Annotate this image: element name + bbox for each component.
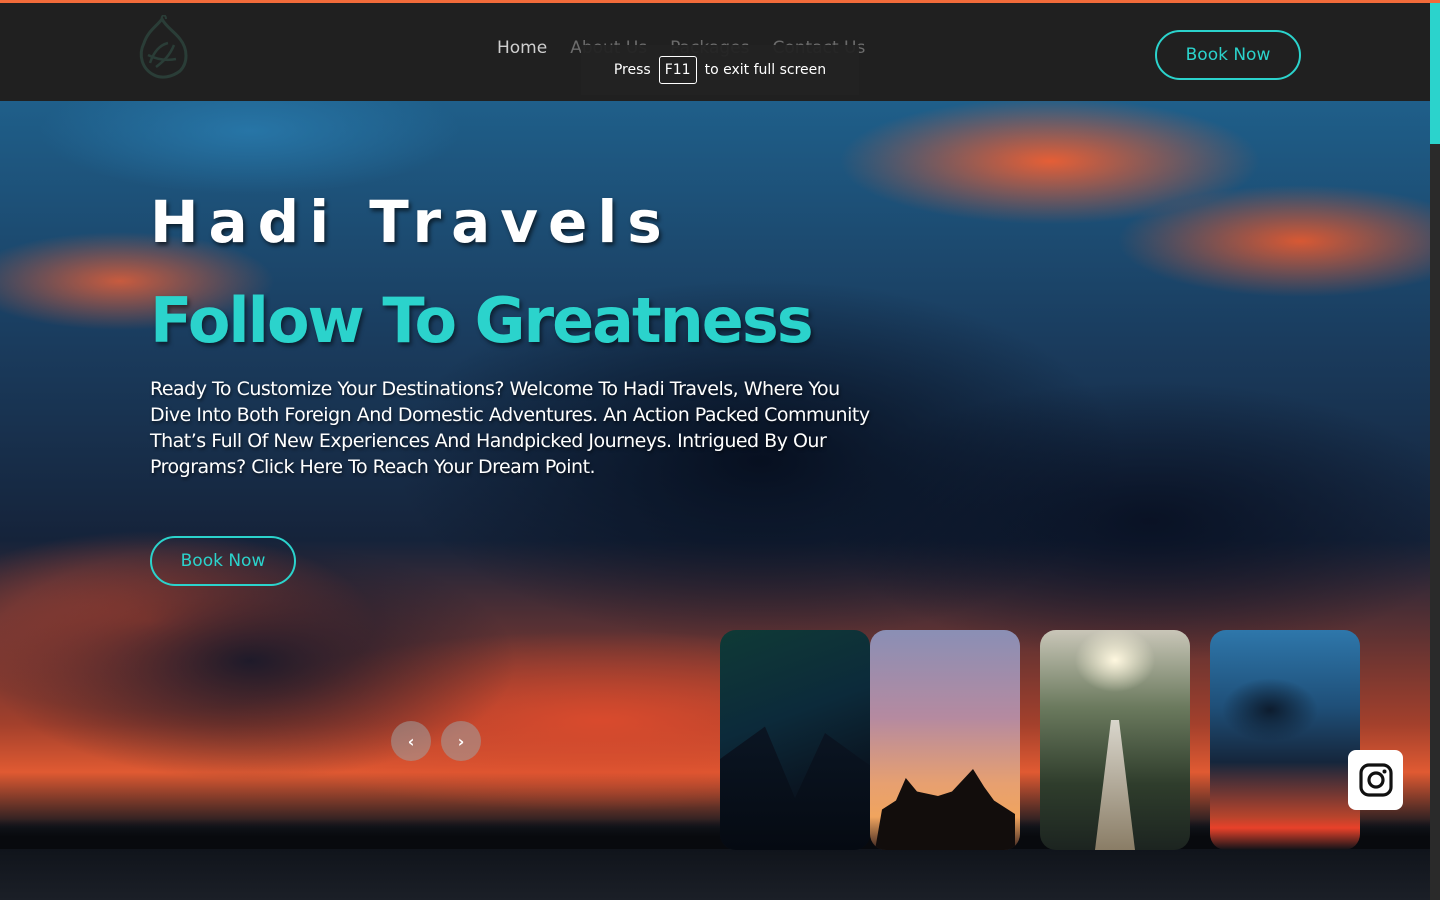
slider-next-button[interactable]: › xyxy=(441,721,481,761)
nav-home[interactable]: Home xyxy=(497,38,547,58)
calligraphy-logo-icon[interactable] xyxy=(130,14,194,81)
suspension-bridge-photo xyxy=(1095,720,1135,850)
chevron-right-icon: › xyxy=(457,731,465,751)
hero-tagline: Follow To Greatness xyxy=(150,284,814,357)
fullscreen-notice: Press F11 to exit full screen xyxy=(581,45,859,95)
slide-thumbnail-northern-lights[interactable] xyxy=(720,630,870,850)
slider-prev-button[interactable]: ‹ xyxy=(391,721,431,761)
chevron-left-icon: ‹ xyxy=(407,731,415,751)
hero-description: Ready To Customize Your Destinations? We… xyxy=(150,378,870,478)
fullscreen-notice-prefix: Press xyxy=(613,62,651,78)
slide-thumbnail-cyclists[interactable] xyxy=(870,630,1020,850)
hero-sea xyxy=(0,849,1430,900)
fullscreen-notice-key: F11 xyxy=(658,56,697,84)
hero-book-now-button[interactable]: Book Now xyxy=(150,536,296,586)
fullscreen-notice-suffix: to exit full screen xyxy=(704,62,827,78)
instagram-button[interactable] xyxy=(1348,750,1403,810)
slide-thumbnail-sunset-clouds[interactable] xyxy=(1210,630,1360,850)
hero-title: Hadi Travels xyxy=(150,188,672,256)
instagram-icon xyxy=(1358,763,1393,797)
page-scrollbar-thumb[interactable] xyxy=(1430,3,1440,144)
top-accent-line xyxy=(0,0,1440,3)
header-book-now-button[interactable]: Book Now xyxy=(1155,30,1301,80)
cyclists-sunset-photo xyxy=(875,769,1015,850)
northern-lights-photo xyxy=(720,726,870,850)
slide-thumbnail-bridge[interactable] xyxy=(1040,630,1190,850)
